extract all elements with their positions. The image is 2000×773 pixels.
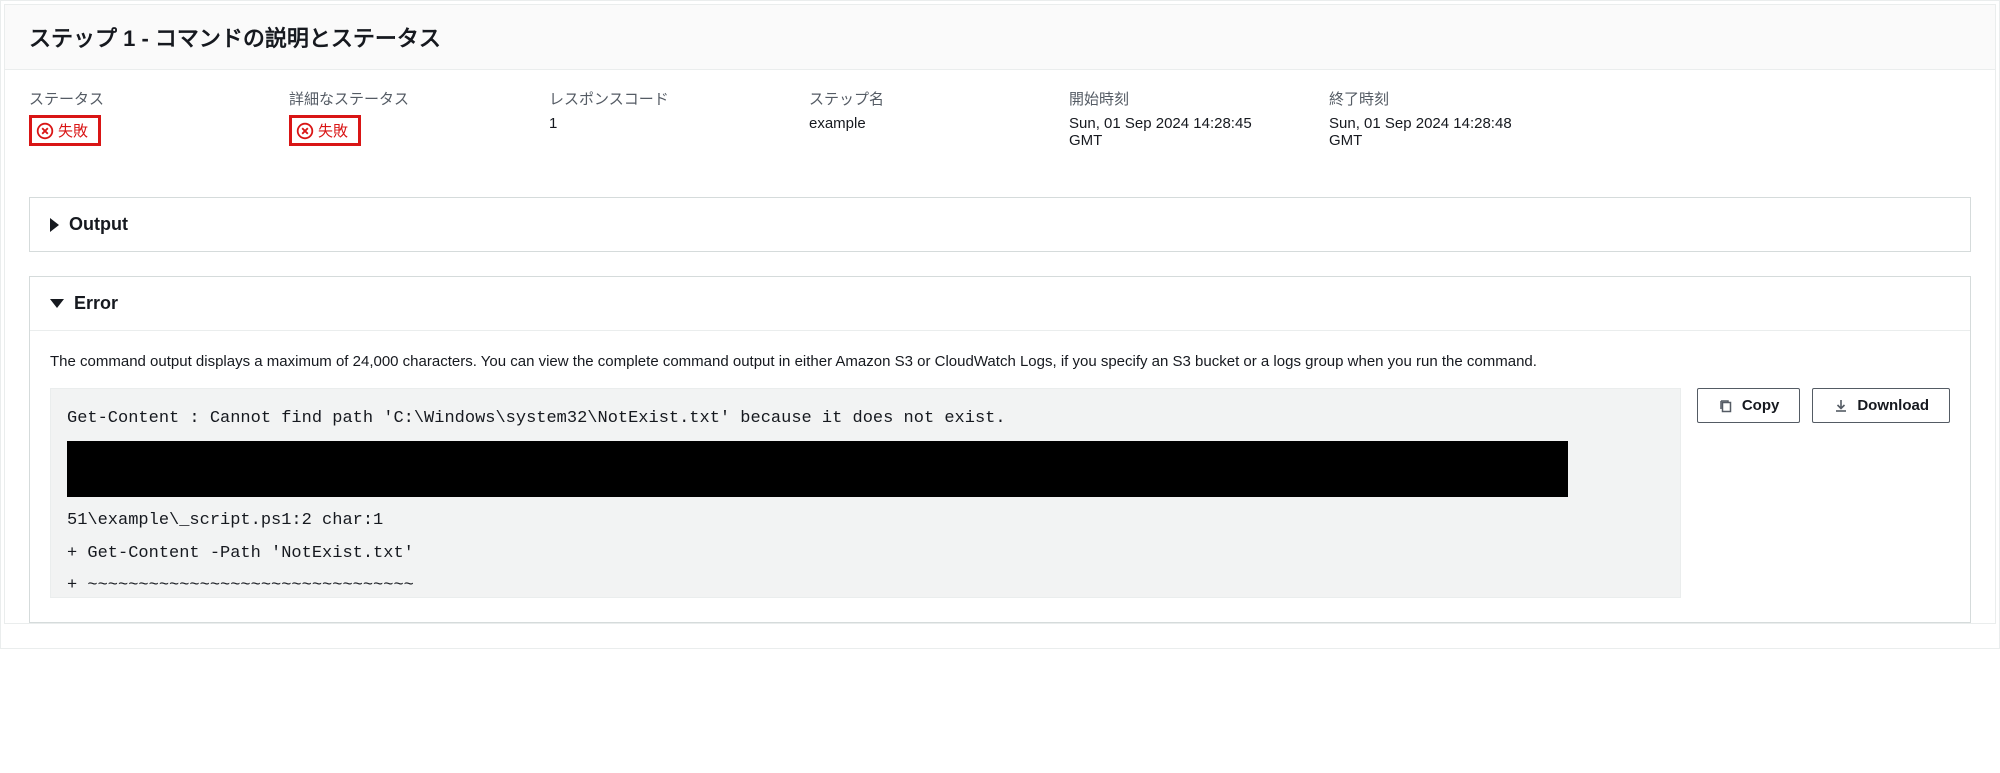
panel-header: ステップ 1 - コマンドの説明とステータス	[5, 5, 1995, 70]
redacted-block	[67, 441, 1568, 497]
step-name-label: ステップ名	[809, 88, 1029, 109]
copy-button[interactable]: Copy	[1697, 388, 1801, 423]
detailed-status-value: 失敗	[318, 120, 348, 141]
step-panel: ステップ 1 - コマンドの説明とステータス ステータス 失敗 詳細なステータス…	[4, 4, 1996, 624]
status-col-step: ステップ名 example	[809, 88, 1069, 149]
status-col-detailed: 詳細なステータス 失敗	[289, 88, 549, 149]
end-time-value: Sun, 01 Sep 2024 14:28:48 GMT	[1329, 115, 1549, 149]
detailed-status-label: 詳細なステータス	[289, 88, 509, 109]
page-title: ステップ 1 - コマンドの説明とステータス	[29, 21, 1971, 53]
status-col-start: 開始時刻 Sun, 01 Sep 2024 14:28:45 GMT	[1069, 88, 1329, 149]
start-time-label: 開始時刻	[1069, 88, 1289, 109]
error-circle-icon	[36, 122, 54, 140]
status-value: 失敗	[58, 120, 88, 141]
caret-down-icon	[50, 299, 64, 308]
error-output-box[interactable]: Get-Content : Cannot find path 'C:\Windo…	[50, 388, 1681, 598]
error-section: Error The command output displays a maxi…	[29, 276, 1971, 623]
error-title: Error	[74, 293, 118, 314]
error-actions: Copy Download	[1697, 388, 1950, 423]
response-code-label: レスポンスコード	[549, 88, 769, 109]
output-section: Output	[29, 197, 1971, 252]
step-name-value: example	[809, 115, 1029, 132]
download-button[interactable]: Download	[1812, 388, 1950, 423]
code-line: Get-Content : Cannot find path 'C:\Windo…	[67, 403, 1664, 435]
output-toggle[interactable]: Output	[30, 198, 1970, 251]
caret-right-icon	[50, 218, 59, 232]
response-code-value: 1	[549, 115, 769, 132]
status-label: ステータス	[29, 88, 249, 109]
download-label: Download	[1857, 397, 1929, 414]
start-time-value: Sun, 01 Sep 2024 14:28:45 GMT	[1069, 115, 1289, 149]
download-icon	[1833, 398, 1849, 414]
status-col-end: 終了時刻 Sun, 01 Sep 2024 14:28:48 GMT	[1329, 88, 1589, 149]
error-body: The command output displays a maximum of…	[30, 330, 1970, 622]
status-badge: 失敗	[29, 115, 101, 146]
copy-icon	[1718, 398, 1734, 414]
end-time-label: 終了時刻	[1329, 88, 1549, 109]
status-col-status: ステータス 失敗	[29, 88, 289, 149]
copy-label: Copy	[1742, 397, 1780, 414]
code-line: + ~~~~~~~~~~~~~~~~~~~~~~~~~~~~~~~~	[67, 570, 1664, 598]
error-help-text: The command output displays a maximum of…	[50, 351, 1950, 372]
error-circle-icon	[296, 122, 314, 140]
detailed-status-badge: 失敗	[289, 115, 361, 146]
code-line: + Get-Content -Path 'NotExist.txt'	[67, 538, 1664, 570]
output-title: Output	[69, 214, 128, 235]
code-line: 51\example\_script.ps1:2 char:1	[67, 505, 1664, 537]
error-toggle[interactable]: Error	[30, 277, 1970, 330]
status-col-response: レスポンスコード 1	[549, 88, 809, 149]
status-row: ステータス 失敗 詳細なステータス 失敗 レスポンスコード 1 ステップ名 ex…	[5, 70, 1995, 173]
